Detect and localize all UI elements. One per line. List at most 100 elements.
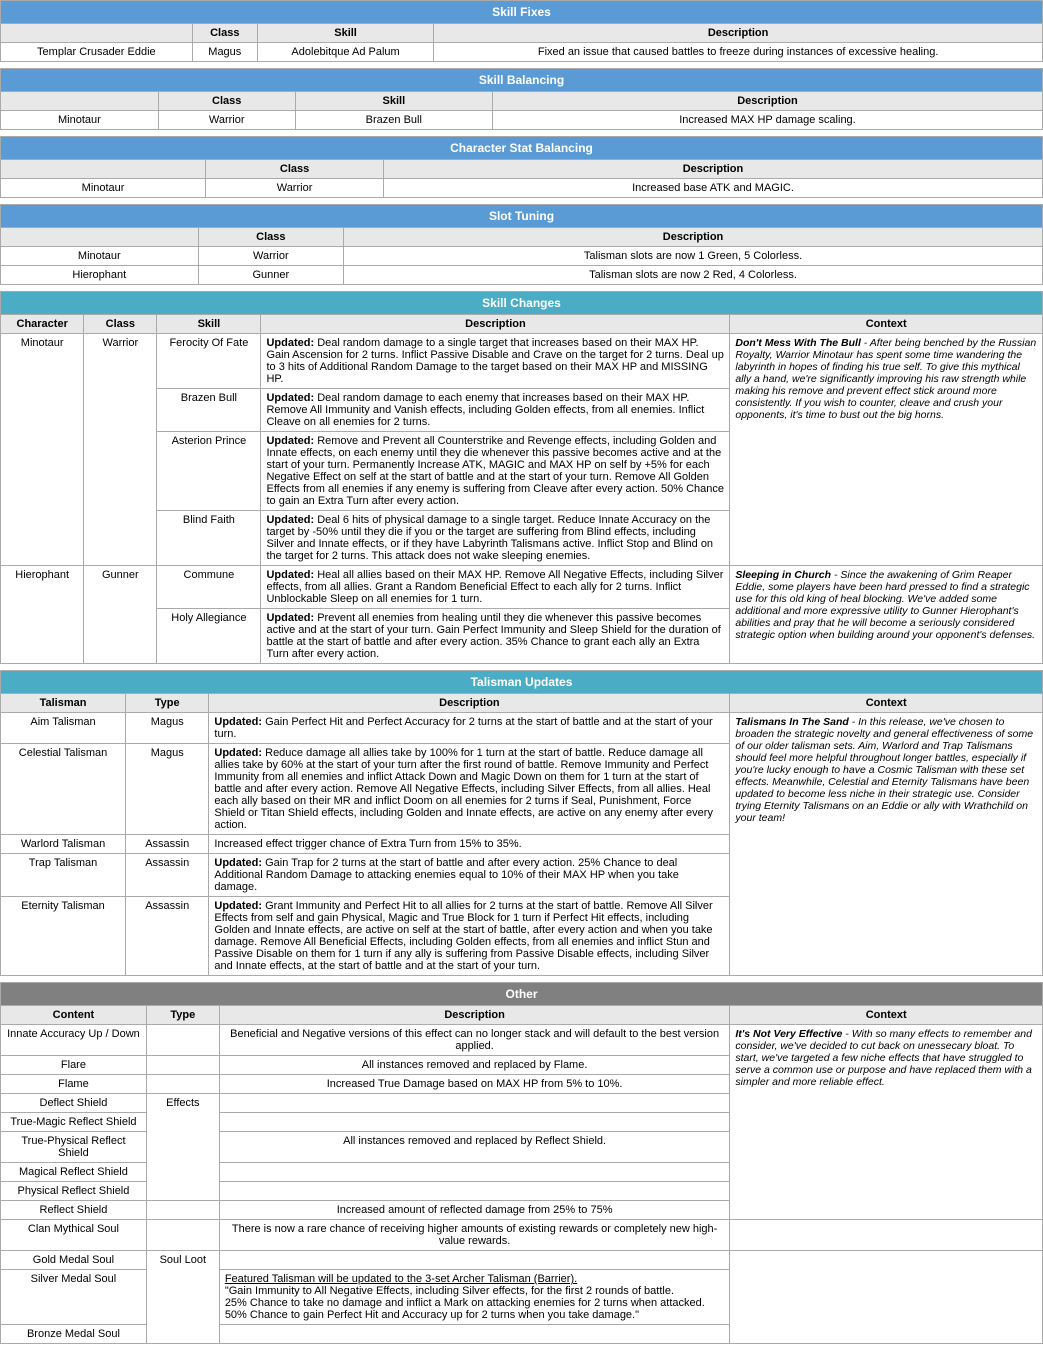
tu-aim: Aim Talisman xyxy=(1,713,126,744)
other-magic-reflect-desc xyxy=(219,1163,730,1182)
other-type-header: Type xyxy=(146,1006,219,1025)
other-header: Other xyxy=(1,983,1043,1006)
other-innate-desc: Beneficial and Negative versions of this… xyxy=(219,1025,730,1056)
tu-context: Talismans In The Sand - In this release,… xyxy=(730,713,1043,976)
tu-eternity-desc: Updated: Grant Immunity and Perfect Hit … xyxy=(209,897,730,976)
sc-context-hierophant: Sleeping in Church - Since the awakening… xyxy=(730,566,1043,664)
st-class: Gunner xyxy=(198,266,343,285)
sf-char: Templar Crusader Eddie xyxy=(1,43,193,62)
tu-eternity-type: Assassin xyxy=(126,897,209,976)
other-innate: Innate Accuracy Up / Down xyxy=(1,1025,147,1056)
sc-skill-ferocity: Ferocity Of Fate xyxy=(157,334,261,389)
sc-desc-brazen: Updated: Deal random damage to each enem… xyxy=(261,389,730,432)
tu-aim-desc: Updated: Gain Perfect Hit and Perfect Ac… xyxy=(209,713,730,744)
sc-char-header: Character xyxy=(1,315,84,334)
st-char: Hierophant xyxy=(1,266,199,285)
sf-skill: Adolebitque Ad Palum xyxy=(257,43,433,62)
skill-fixes-header: Skill Fixes xyxy=(1,1,1043,24)
tu-celestial-desc: Updated: Reduce damage all allies take b… xyxy=(209,744,730,835)
tu-warlord-type: Assassin xyxy=(126,835,209,854)
sb-desc-header: Description xyxy=(492,92,1042,111)
csb-desc-header: Description xyxy=(384,160,1043,179)
sb-skill-header: Skill xyxy=(295,92,492,111)
sc-class-warrior: Warrior xyxy=(84,334,157,566)
sc-skill-header: Skill xyxy=(157,315,261,334)
other-flare: Flare xyxy=(1,1056,147,1075)
sc-char-hierophant: Hierophant xyxy=(1,566,84,664)
tu-context-header: Context xyxy=(730,694,1043,713)
table-row: Templar Crusader Eddie Magus Adolebitque… xyxy=(1,43,1043,62)
sc-char-minotaur: Minotaur xyxy=(1,334,84,566)
other-tmagic: True-Magic Reflect Shield xyxy=(1,1113,147,1132)
tu-trap-desc: Updated: Gain Trap for 2 turns at the st… xyxy=(209,854,730,897)
other-flame: Flame xyxy=(1,1075,147,1094)
sc-desc-blind: Updated: Deal 6 hits of physical damage … xyxy=(261,511,730,566)
csb-header: Character Stat Balancing xyxy=(1,137,1043,160)
other-soul-loot-type: Soul Loot xyxy=(146,1251,219,1344)
tu-warlord-desc: Increased effect trigger chance of Extra… xyxy=(209,835,730,854)
other-gold-medal: Gold Medal Soul xyxy=(1,1251,147,1270)
other-magic-reflect: Magical Reflect Shield xyxy=(1,1163,147,1182)
sc-desc-asterion: Updated: Remove and Prevent all Counters… xyxy=(261,432,730,511)
table-row: Gold Medal Soul Soul Loot xyxy=(1,1251,1043,1270)
skill-balancing-table: Skill Balancing Class Skill Description … xyxy=(0,68,1043,130)
sc-context-minotaur: Don't Mess With The Bull - After being b… xyxy=(730,334,1043,566)
other-phys-reflect-desc xyxy=(219,1182,730,1201)
char-stat-balancing-table: Character Stat Balancing Class Descripti… xyxy=(0,136,1043,198)
table-row: Aim Talisman Magus Updated: Gain Perfect… xyxy=(1,713,1043,744)
sf-class: Magus xyxy=(192,43,257,62)
other-flare-desc: All instances removed and replaced by Fl… xyxy=(219,1056,730,1075)
sb-skill: Brazen Bull xyxy=(295,111,492,130)
csb-char: Minotaur xyxy=(1,179,206,198)
skill-balancing-header: Skill Balancing xyxy=(1,69,1043,92)
sc-skill-holy: Holy Allegiance xyxy=(157,609,261,664)
sc-desc-ferocity: Updated: Deal random damage to a single … xyxy=(261,334,730,389)
sc-skill-blind: Blind Faith xyxy=(157,511,261,566)
st-class: Warrior xyxy=(198,247,343,266)
other-reflect: Reflect Shield xyxy=(1,1201,147,1220)
other-flame-desc: Increased True Damage based on MAX HP fr… xyxy=(219,1075,730,1094)
tu-type-header: Type xyxy=(126,694,209,713)
other-reflect-desc: Increased amount of reflected damage fro… xyxy=(219,1201,730,1220)
sb-class: Warrior xyxy=(158,111,295,130)
other-tphys-desc: All instances removed and replaced by Re… xyxy=(219,1132,730,1163)
talisman-updates-table: Talisman Updates Talisman Type Descripti… xyxy=(0,670,1043,976)
table-row: Minotaur Warrior Ferocity Of Fate Update… xyxy=(1,334,1043,389)
other-effects-type: Effects xyxy=(146,1094,219,1201)
sc-skill-brazen: Brazen Bull xyxy=(157,389,261,432)
other-context: It's Not Very Effective - With so many e… xyxy=(730,1025,1043,1220)
other-flare-type xyxy=(146,1056,219,1075)
other-phys-reflect: Physical Reflect Shield xyxy=(1,1182,147,1201)
sc-context-header: Context xyxy=(730,315,1043,334)
sf-class-header: Class xyxy=(192,24,257,43)
other-deflect: Deflect Shield xyxy=(1,1094,147,1113)
other-table: Other Content Type Description Context I… xyxy=(0,982,1043,1344)
sf-char-header xyxy=(1,24,193,43)
table-row: Hierophant Gunner Commune Updated: Heal … xyxy=(1,566,1043,609)
table-row: Minotaur Warrior Increased base ATK and … xyxy=(1,179,1043,198)
other-tmagic-desc xyxy=(219,1113,730,1132)
table-row: Innate Accuracy Up / Down Beneficial and… xyxy=(1,1025,1043,1056)
sb-desc: Increased MAX HP damage scaling. xyxy=(492,111,1042,130)
sc-header: Skill Changes xyxy=(1,292,1043,315)
tu-desc-header: Description xyxy=(209,694,730,713)
st-desc: Talisman slots are now 2 Red, 4 Colorles… xyxy=(344,266,1043,285)
table-row: Clan Mythical Soul There is now a rare c… xyxy=(1,1220,1043,1251)
other-gold-desc xyxy=(219,1251,730,1270)
csb-class: Warrior xyxy=(206,179,384,198)
sb-char-header xyxy=(1,92,159,111)
sf-skill-header: Skill xyxy=(257,24,433,43)
sc-desc-holy: Updated: Prevent all enemies from healin… xyxy=(261,609,730,664)
other-deflect-desc xyxy=(219,1094,730,1113)
st-class-header: Class xyxy=(198,228,343,247)
csb-desc: Increased base ATK and MAGIC. xyxy=(384,179,1043,198)
other-desc-header: Description xyxy=(219,1006,730,1025)
tu-trap: Trap Talisman xyxy=(1,854,126,897)
csb-char-header xyxy=(1,160,206,179)
other-clan-mythical: Clan Mythical Soul xyxy=(1,1220,147,1251)
st-desc-header: Description xyxy=(344,228,1043,247)
other-clan-desc: There is now a rare chance of receiving … xyxy=(219,1220,730,1251)
tu-eternity: Eternity Talisman xyxy=(1,897,126,976)
table-row: Minotaur Warrior Brazen Bull Increased M… xyxy=(1,111,1043,130)
tu-warlord: Warlord Talisman xyxy=(1,835,126,854)
